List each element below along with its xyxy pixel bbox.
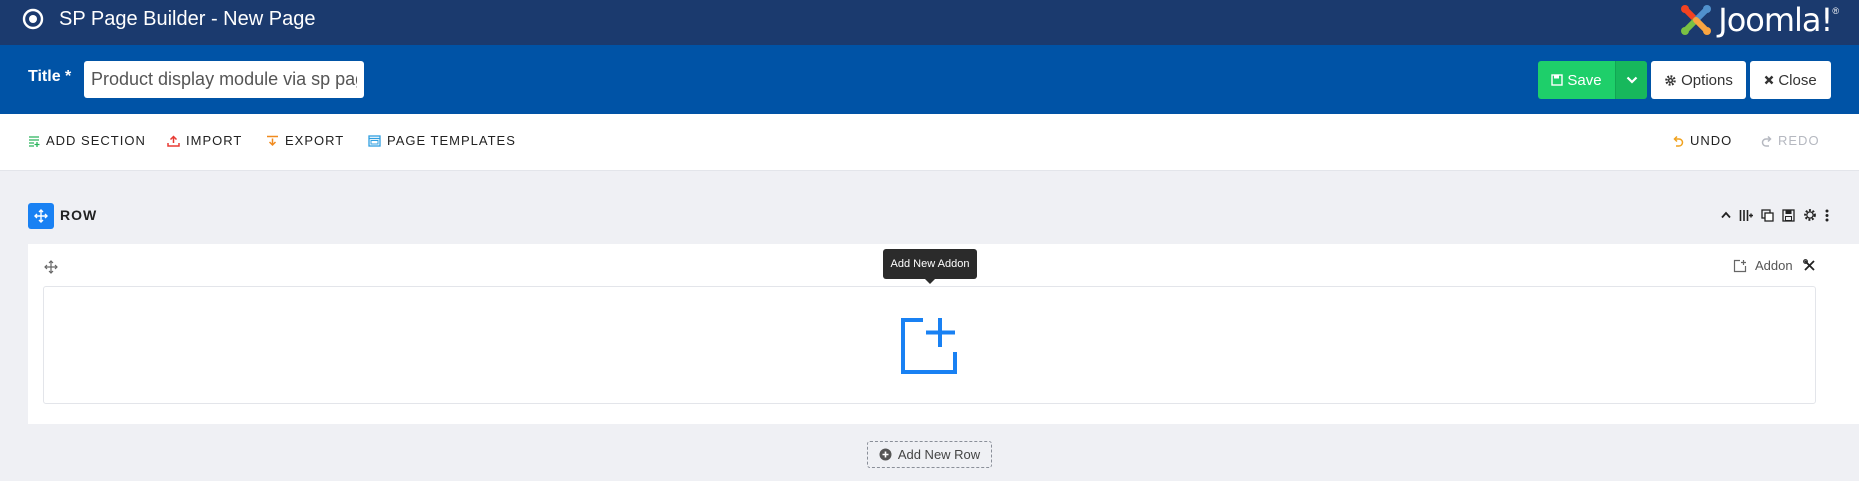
import-label: IMPORT (186, 133, 243, 148)
logo-text: Joomla! (1718, 1, 1833, 39)
add-addon-icon[interactable] (901, 318, 957, 374)
add-addon-small-icon (1733, 259, 1747, 272)
joomla-logo: Joomla! ® (1678, 0, 1839, 40)
title-bar: Title * Save Options Close (0, 45, 1859, 114)
template-icon (368, 134, 381, 147)
options-label: Options (1681, 71, 1733, 89)
save-dropdown-button[interactable] (1615, 61, 1647, 99)
copy-icon[interactable] (1761, 208, 1774, 222)
download-icon (267, 135, 278, 146)
columns-icon[interactable] (1739, 209, 1753, 222)
add-new-row-label: Add New Row (897, 447, 981, 462)
tools-icon[interactable] (1803, 259, 1816, 272)
save-button[interactable]: Save (1538, 61, 1615, 99)
title-input[interactable] (84, 61, 364, 98)
add-section-label: ADD SECTION (46, 133, 146, 148)
title-label: Title * (28, 68, 72, 85)
row-toolbar (1721, 208, 1829, 222)
options-button[interactable]: Options (1651, 61, 1746, 99)
addon-label: Addon (1755, 258, 1793, 273)
collapse-icon[interactable] (1721, 211, 1731, 219)
column-add-addon-button[interactable]: Addon (1733, 258, 1793, 273)
more-vertical-icon[interactable] (1825, 209, 1829, 222)
redo-icon (1761, 135, 1772, 147)
gear-icon (1665, 74, 1676, 86)
column-move-icon[interactable] (44, 260, 58, 274)
target-icon (22, 8, 44, 30)
close-icon (1764, 75, 1774, 85)
logo-registered-mark: ® (1832, 6, 1839, 16)
close-button[interactable]: Close (1750, 61, 1831, 99)
page-templates-label: PAGE TEMPLATES (387, 133, 516, 148)
joomla-logo-icon (1681, 5, 1712, 35)
save-icon (1551, 74, 1564, 86)
app-header: SP Page Builder - New Page Joomla! ® (0, 0, 1859, 45)
move-icon (34, 209, 48, 223)
row-move-handle[interactable] (28, 203, 54, 229)
undo-label: UNDO (1690, 133, 1733, 148)
add-section-icon (29, 135, 40, 147)
close-label: Close (1778, 71, 1817, 89)
app-title: SP Page Builder - New Page (59, 8, 316, 30)
export-label: EXPORT (285, 133, 345, 148)
redo-button[interactable]: REDO (1761, 133, 1820, 148)
save-row-icon[interactable] (1782, 208, 1795, 222)
add-section-button[interactable]: ADD SECTION (28, 133, 146, 148)
settings-icon[interactable] (1803, 208, 1817, 222)
page-templates-button[interactable]: PAGE TEMPLATES (368, 133, 516, 148)
add-addon-tooltip: Add New Addon (883, 249, 977, 284)
export-button[interactable]: EXPORT (266, 133, 344, 148)
row-label: ROW (60, 207, 98, 223)
upload-icon (167, 134, 180, 147)
add-new-row-button[interactable]: Add New Row (867, 441, 992, 468)
undo-icon (1673, 135, 1684, 147)
import-button[interactable]: IMPORT (167, 133, 242, 148)
redo-label: REDO (1778, 133, 1820, 148)
builder-toolbar: ADD SECTION IMPORT EXPORT PAGE TEMPLATES… (0, 114, 1859, 171)
save-label: Save (1567, 71, 1602, 89)
chevron-down-icon (1626, 76, 1637, 84)
plus-circle-icon (879, 448, 892, 461)
undo-button[interactable]: UNDO (1673, 133, 1732, 148)
